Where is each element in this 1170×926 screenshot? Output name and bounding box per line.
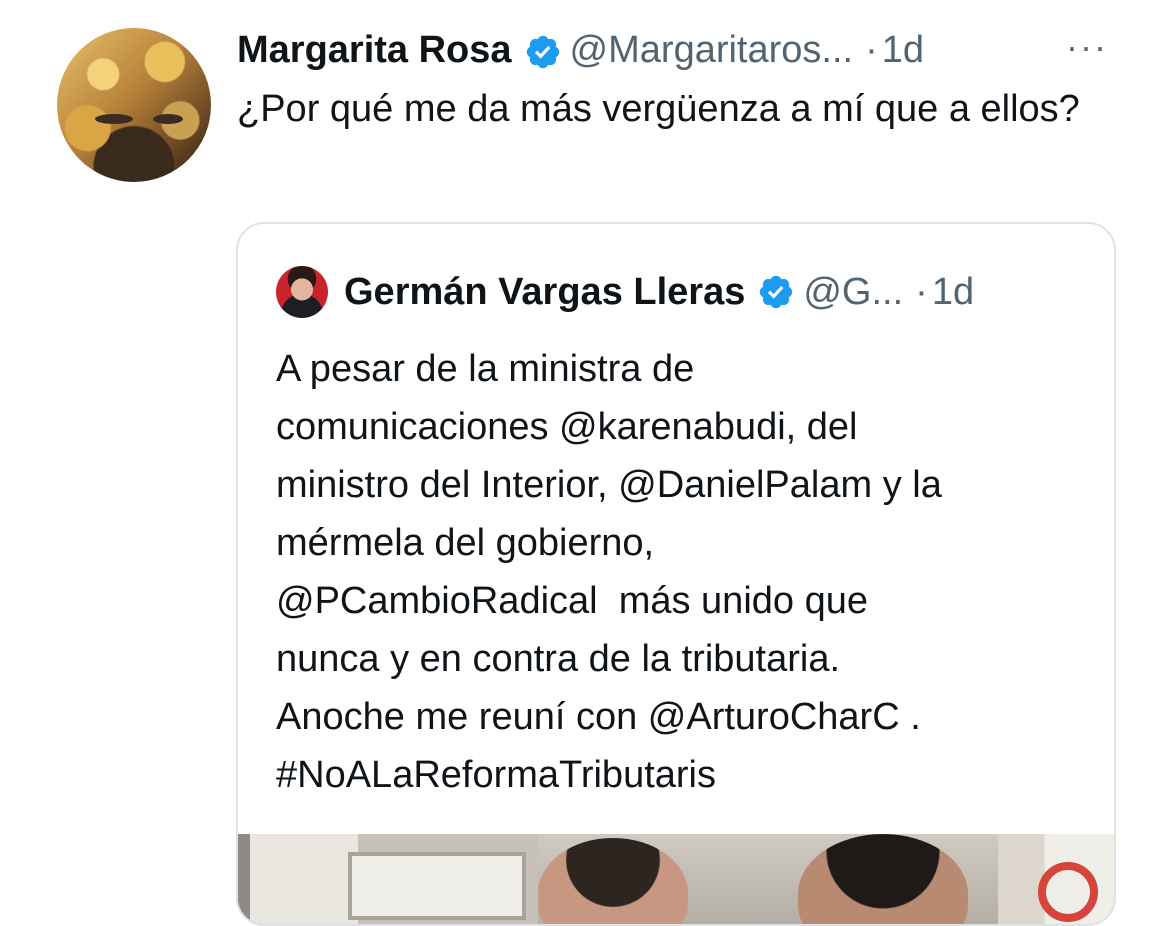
photo-detail [1038,862,1098,922]
verified-badge-icon [524,31,562,69]
photo-detail [348,852,526,920]
quoted-text-line: A pesar de la ministra de [276,348,695,390]
author-handle[interactable]: @Margaritaros... [570,22,854,78]
author-avatar[interactable] [57,28,211,182]
quoted-text-line: ministro del Interior, @DanielPalam y la [276,464,942,506]
quoted-author-name[interactable]: Germán Vargas Lleras [344,271,745,314]
verified-badge-icon [757,273,795,311]
quoted-text-line: #NoALaReformaTributaris [276,754,716,796]
author-name[interactable]: Margarita Rosa [237,22,512,78]
separator-dot: · [915,270,928,313]
quoted-text-line: Anoche me reuní con @ArturoCharC . [276,696,921,738]
quoted-tweet-text: A pesar de la ministra de comunicaciones… [276,340,1096,804]
quoted-author-avatar[interactable] [276,266,328,318]
photo-detail [798,834,968,924]
quoted-tweet-header: Germán Vargas Lleras @G... · 1d [276,264,974,320]
tweet-timestamp[interactable]: 1d [882,22,924,78]
photo-detail [538,838,688,924]
avatar-detail [153,114,183,124]
quoted-author-handle[interactable]: @G... [803,271,903,314]
tweet-text: ¿Por qué me da más vergüenza a mí que a … [237,88,1080,130]
quoted-text-line: nunca y en contra de la tributaria. [276,638,841,680]
quoted-text-line: comunicaciones @karenabudi, del [276,406,858,448]
avatar-detail [95,114,133,124]
tweet-header: Margarita Rosa @Margaritaros... · 1d [237,22,924,78]
tweet[interactable]: Margarita Rosa @Margaritaros... · 1d ···… [0,0,1170,926]
quoted-tweet[interactable]: Germán Vargas Lleras @G... · 1d A pesar … [236,222,1116,926]
quoted-tweet-photo[interactable] [238,834,1114,924]
quoted-text-line: mérmela del gobierno, [276,522,655,564]
quoted-text-line: @PCambioRadical más unido que [276,580,868,622]
quoted-tweet-timestamp[interactable]: 1d [932,271,974,314]
more-horizontal-icon[interactable]: ··· [1066,22,1108,78]
separator-dot: · [865,29,878,71]
